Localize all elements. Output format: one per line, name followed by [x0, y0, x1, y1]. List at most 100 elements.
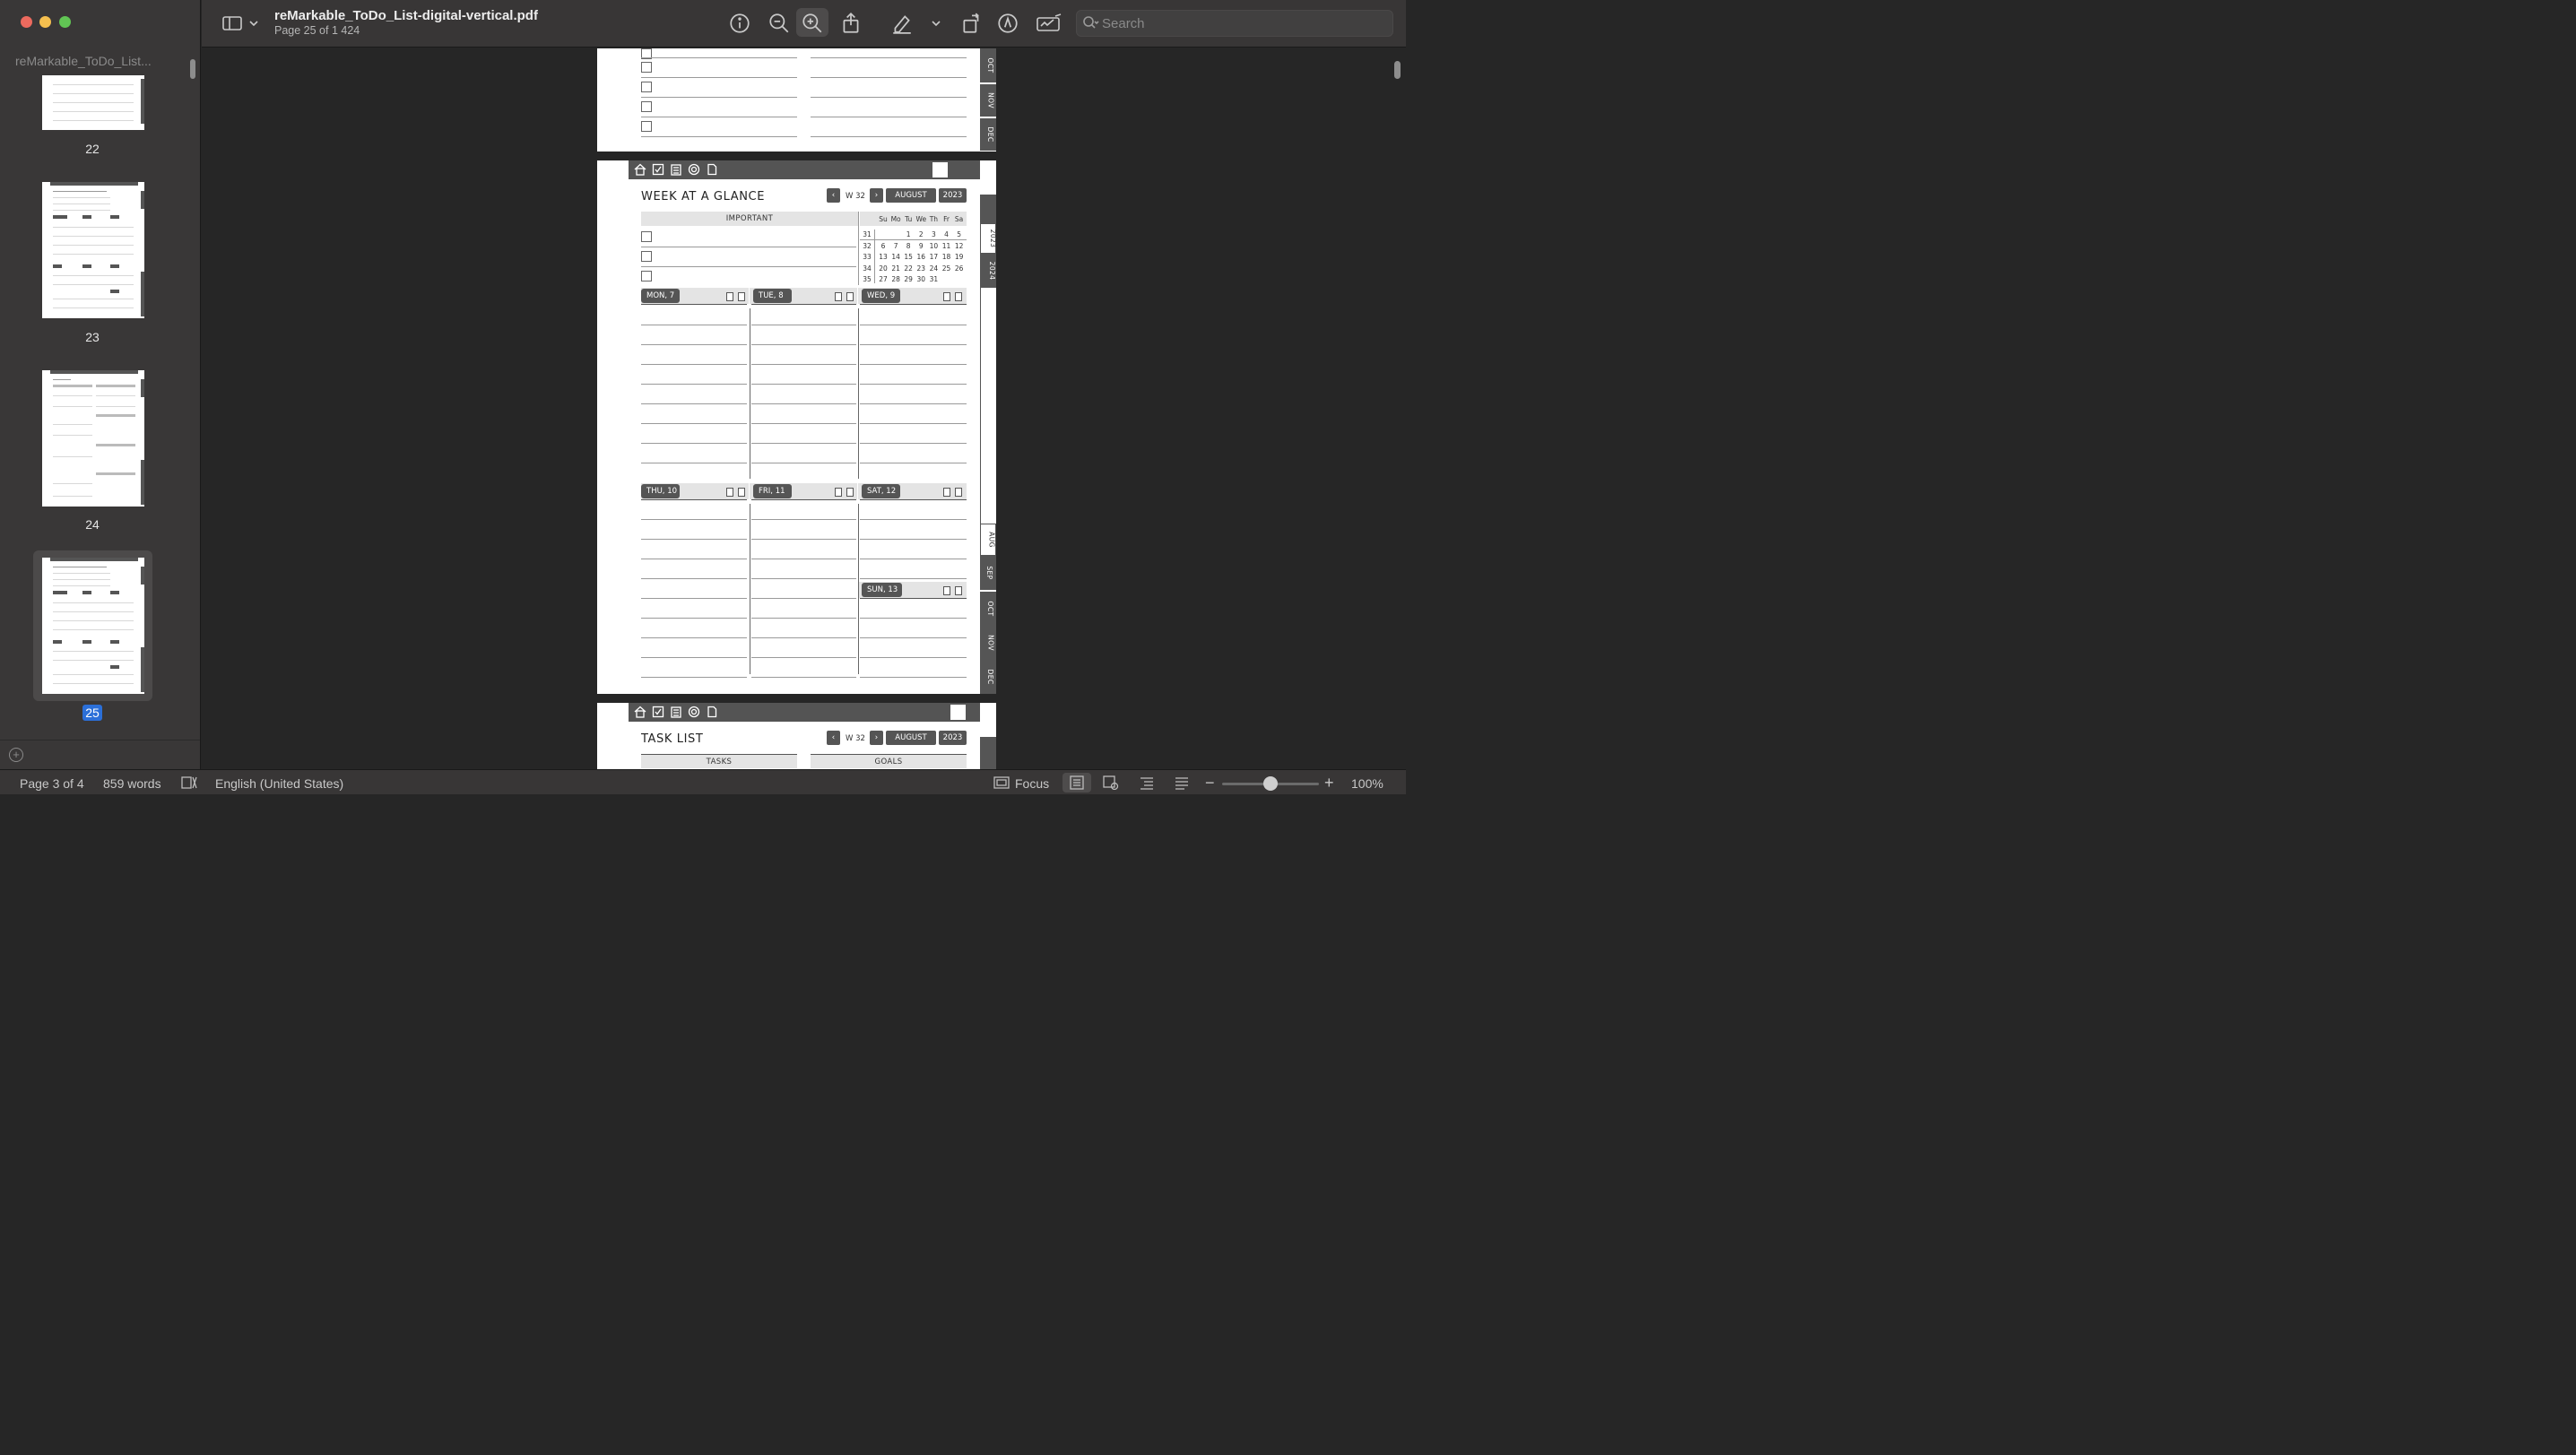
checkbox-icon[interactable]	[652, 163, 664, 176]
calendar-day[interactable]: 11	[941, 242, 953, 250]
calendar-day[interactable]: 26	[953, 264, 966, 273]
document-scrollbar[interactable]	[1394, 61, 1401, 79]
month-button[interactable]: AUGUST	[886, 188, 936, 203]
write-note-icon[interactable]	[932, 704, 949, 721]
search-field[interactable]	[1076, 10, 1393, 37]
language-indicator[interactable]: English (United States)	[215, 776, 343, 791]
calendar-day[interactable]: 16	[915, 253, 927, 261]
calendar-day[interactable]: 3	[927, 230, 940, 238]
note-page-icon[interactable]	[955, 292, 962, 301]
page-icon[interactable]	[706, 706, 718, 718]
print-layout-icon[interactable]	[1069, 775, 1085, 790]
important-checkbox[interactable]	[641, 251, 652, 262]
calendar-week-number[interactable]: 31	[861, 230, 873, 238]
calendar-day[interactable]: 8	[902, 242, 915, 250]
calendar-day[interactable]: 9	[915, 242, 927, 250]
note-page-icon[interactable]	[835, 488, 842, 497]
maximize-window-button[interactable]	[59, 16, 71, 28]
zoom-out-button[interactable]: −	[1205, 774, 1215, 792]
info-icon[interactable]	[728, 12, 751, 35]
day-label-tue[interactable]: TUE, 8	[753, 289, 792, 303]
note-page-icon[interactable]	[738, 488, 745, 497]
note-page-icon[interactable]	[846, 488, 854, 497]
highlight-pen-icon[interactable]	[890, 12, 914, 35]
zoom-in-icon[interactable]	[801, 12, 824, 35]
calendar-day[interactable]: 18	[941, 253, 953, 261]
notes-icon[interactable]	[670, 163, 682, 176]
note-page-icon[interactable]	[943, 488, 950, 497]
calendar-day[interactable]: 5	[953, 230, 966, 238]
calendar-day[interactable]: 31	[927, 275, 940, 283]
checkbox[interactable]	[641, 121, 652, 132]
add-page-button[interactable]: +	[9, 748, 23, 762]
zoom-slider-handle[interactable]	[1263, 776, 1278, 791]
calendar-day[interactable]: 19	[953, 253, 966, 261]
next-week-button[interactable]: ›	[870, 188, 883, 203]
day-label-sun[interactable]: SUN, 13	[862, 583, 902, 597]
close-window-button[interactable]	[21, 16, 32, 28]
calendar-day[interactable]: 21	[889, 264, 902, 273]
calendar-day[interactable]: 24	[927, 264, 940, 273]
calendar-day[interactable]: 27	[877, 275, 889, 283]
next-week-button[interactable]: ›	[870, 731, 883, 745]
month-tab-nov[interactable]: NOV	[980, 626, 996, 660]
edit-note-icon[interactable]	[950, 704, 967, 721]
home-icon[interactable]	[634, 706, 646, 718]
checkbox[interactable]	[641, 101, 652, 112]
rotate-icon[interactable]	[960, 12, 984, 35]
sidebar-scrollbar[interactable]	[190, 59, 195, 79]
chevron-down-icon[interactable]	[930, 12, 942, 35]
calendar-day[interactable]: 28	[889, 275, 902, 283]
zoom-out-icon[interactable]	[768, 12, 791, 35]
important-checkbox[interactable]	[641, 271, 652, 281]
checkbox[interactable]	[641, 82, 652, 92]
calendar-day[interactable]: 13	[877, 253, 889, 261]
page-thumbnail-selected[interactable]	[42, 558, 144, 694]
note-page-icon[interactable]	[955, 586, 962, 595]
month-button[interactable]: AUGUST	[886, 731, 936, 745]
note-page-icon[interactable]	[955, 488, 962, 497]
minimize-window-button[interactable]	[39, 16, 51, 28]
sidebar-toggle-icon[interactable]	[221, 12, 243, 35]
target-icon[interactable]	[688, 163, 700, 176]
year-tab-2023[interactable]: 2023	[980, 223, 996, 254]
calendar-day[interactable]: 10	[927, 242, 940, 250]
calendar-day[interactable]: 1	[902, 230, 915, 238]
calendar-day[interactable]: 2	[915, 230, 927, 238]
calendar-day[interactable]: 14	[889, 253, 902, 261]
important-checkbox[interactable]	[641, 231, 652, 242]
search-input[interactable]	[1102, 14, 1371, 32]
calendar-day[interactable]: 20	[877, 264, 889, 273]
calendar-day[interactable]: 15	[902, 253, 915, 261]
note-page-icon[interactable]	[943, 586, 950, 595]
year-button[interactable]: 2023	[939, 731, 967, 745]
share-icon[interactable]	[839, 12, 863, 35]
month-tab[interactable]: DEC	[980, 118, 996, 151]
month-tab-sep[interactable]: SEP	[980, 556, 996, 590]
day-label-mon[interactable]: MON, 7	[641, 289, 680, 303]
checkbox[interactable]	[641, 62, 652, 73]
month-tab-aug[interactable]: AUG	[980, 524, 996, 556]
day-label-thu[interactable]: THU, 10	[641, 484, 680, 498]
page-thumbnail[interactable]	[42, 75, 144, 130]
day-label-sat[interactable]: SAT, 12	[862, 484, 900, 498]
note-page-icon[interactable]	[726, 292, 733, 301]
calendar-day[interactable]: 29	[902, 275, 915, 283]
web-layout-icon[interactable]	[1103, 775, 1119, 791]
day-label-fri[interactable]: FRI, 11	[753, 484, 792, 498]
edit-note-icon[interactable]	[950, 161, 967, 178]
calendar-day[interactable]: 4	[941, 230, 953, 238]
outline-icon[interactable]	[1139, 775, 1155, 790]
home-icon[interactable]	[634, 163, 646, 176]
calendar-day[interactable]: 7	[889, 242, 902, 250]
chevron-down-icon[interactable]	[247, 12, 260, 35]
calendar-day[interactable]: 23	[915, 264, 927, 273]
calendar-day[interactable]: 22	[902, 264, 915, 273]
markup-icon[interactable]	[996, 12, 1019, 35]
home-tab[interactable]	[980, 737, 996, 769]
month-tab-dec[interactable]: DEC	[980, 660, 996, 694]
zoom-in-button[interactable]: +	[1324, 774, 1334, 792]
calendar-week-number[interactable]: 34	[861, 264, 873, 273]
signature-icon[interactable]	[1036, 12, 1062, 35]
note-page-icon[interactable]	[738, 292, 745, 301]
